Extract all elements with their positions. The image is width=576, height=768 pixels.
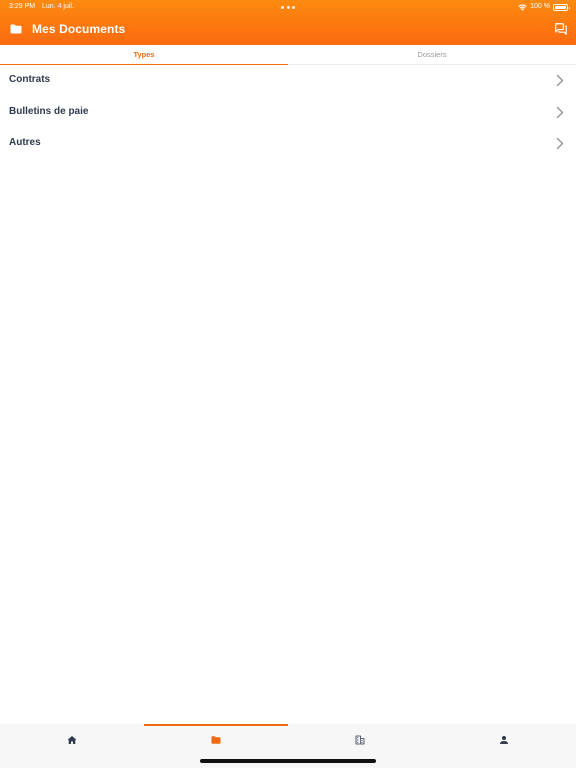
battery-icon bbox=[553, 3, 570, 11]
person-icon bbox=[500, 736, 508, 744]
nav-home[interactable] bbox=[0, 724, 144, 768]
tab-types[interactable]: Types bbox=[0, 45, 288, 65]
wifi-icon bbox=[518, 3, 527, 11]
document-type-list: Contrats Bulletins de paie Autres bbox=[0, 65, 576, 160]
app-header: 3:29 PM Lun. 4 juil. 100 % Mes Documents bbox=[0, 0, 576, 45]
title-bar: Mes Documents bbox=[0, 17, 576, 43]
list-item-bulletins-de-paie[interactable]: Bulletins de paie bbox=[0, 97, 576, 129]
status-time: 3:29 PM bbox=[9, 3, 36, 10]
chat-bubbles-icon[interactable] bbox=[554, 22, 568, 36]
status-date: Lun. 4 juil. bbox=[42, 3, 74, 10]
multitasking-dots-icon[interactable] bbox=[281, 6, 295, 9]
page-title: Mes Documents bbox=[32, 22, 126, 36]
folder-icon bbox=[10, 24, 22, 34]
home-indicator[interactable] bbox=[200, 759, 376, 763]
chevron-right-icon bbox=[556, 137, 564, 150]
status-indicators: 100 % bbox=[518, 0, 570, 14]
home-icon bbox=[67, 736, 77, 744]
nav-profile[interactable] bbox=[432, 724, 576, 768]
segment-tabs: Types Dossiers bbox=[0, 45, 576, 65]
list-item-label: Contrats bbox=[9, 74, 51, 85]
tab-dossiers[interactable]: Dossiers bbox=[288, 45, 576, 65]
chevron-right-icon bbox=[556, 74, 564, 87]
status-bar: 3:29 PM Lun. 4 juil. 100 % bbox=[0, 0, 576, 14]
app-screen: 3:29 PM Lun. 4 juil. 100 % Mes Documents bbox=[0, 0, 576, 768]
folder-icon bbox=[211, 736, 221, 744]
list-item-autres[interactable]: Autres bbox=[0, 128, 576, 160]
chevron-right-icon bbox=[556, 106, 564, 118]
list-item-contrats[interactable]: Contrats bbox=[0, 65, 576, 97]
battery-percentage: 100 % bbox=[530, 3, 550, 10]
list-item-label: Autres bbox=[9, 137, 41, 148]
list-item-label: Bulletins de paie bbox=[9, 105, 89, 117]
building-icon bbox=[355, 735, 365, 745]
